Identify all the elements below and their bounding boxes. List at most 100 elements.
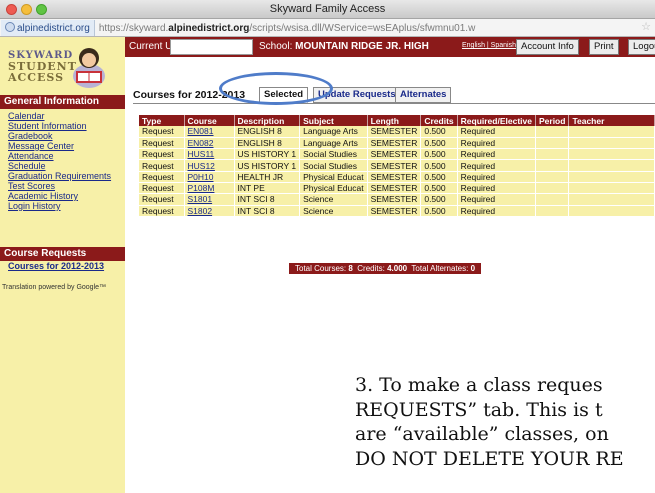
cell-credits: 0.500 bbox=[420, 137, 458, 150]
cell-teacher bbox=[568, 205, 655, 217]
sidebar-link-attendance[interactable]: Attendance bbox=[8, 151, 111, 161]
cell-credits: 0.500 bbox=[420, 159, 458, 172]
cell-subject: Science bbox=[299, 205, 368, 217]
cell-type: Request bbox=[139, 126, 185, 138]
cell-teacher bbox=[568, 148, 655, 161]
column-header[interactable]: Credits bbox=[420, 115, 458, 126]
cell-credits: 0.500 bbox=[420, 171, 458, 183]
course-code-link[interactable]: P108M bbox=[184, 182, 235, 195]
total-alternates-label: Total Alternates: bbox=[411, 264, 469, 273]
cell-period bbox=[535, 159, 570, 172]
cell-required: Required bbox=[457, 205, 536, 217]
language-links[interactable]: English | Spanish bbox=[462, 42, 516, 49]
address-bar[interactable]: alpinedistrict.org https://skyward.alpine… bbox=[0, 19, 655, 37]
cell-credits: 0.500 bbox=[420, 205, 458, 217]
translation-note: Translation powered by Google™ bbox=[2, 284, 107, 291]
cell-teacher bbox=[568, 171, 655, 183]
course-code-link[interactable]: HUS12 bbox=[184, 159, 235, 172]
tabs-divider bbox=[133, 103, 655, 104]
top-header-bar: Current User School: MOUNTAIN RIDGE JR. … bbox=[125, 37, 655, 57]
cell-subject: Physical Educat bbox=[299, 182, 368, 195]
column-header[interactable]: Type bbox=[139, 115, 185, 126]
cell-teacher bbox=[568, 126, 655, 138]
column-header[interactable]: Description bbox=[234, 115, 301, 126]
total-alternates-value: 0 bbox=[470, 264, 476, 273]
logout-button[interactable]: Logout bbox=[628, 39, 655, 55]
cell-teacher bbox=[568, 182, 655, 195]
instruction-line: 3. To make a class reques bbox=[355, 374, 603, 396]
cell-required: Required bbox=[457, 171, 536, 183]
cell-credits: 0.500 bbox=[420, 182, 458, 195]
zoom-window-icon[interactable] bbox=[36, 4, 47, 15]
minimize-window-icon[interactable] bbox=[21, 4, 32, 15]
sidebar: SKYWARD STUDENT ACCESS General Informati… bbox=[0, 37, 125, 493]
account-info-button[interactable]: Account Info bbox=[516, 39, 579, 55]
cell-required: Required bbox=[457, 159, 536, 172]
sidebar-link-graduation-requirements[interactable]: Graduation Requirements bbox=[8, 171, 111, 181]
sidebar-link-message-center[interactable]: Message Center bbox=[8, 141, 111, 151]
course-code-link[interactable]: S1801 bbox=[184, 193, 235, 206]
cell-type: Request bbox=[139, 159, 185, 172]
sidebar-link-test-scores[interactable]: Test Scores bbox=[8, 181, 111, 191]
column-header[interactable]: Subject bbox=[299, 115, 368, 126]
course-requests-heading: Course Requests bbox=[0, 247, 125, 261]
cell-description: US HISTORY 1 bbox=[234, 148, 301, 161]
print-button[interactable]: Print bbox=[589, 39, 619, 55]
cell-required: Required bbox=[457, 148, 536, 161]
course-code-link[interactable]: S1802 bbox=[184, 205, 235, 217]
cell-type: Request bbox=[139, 205, 185, 217]
tab-alternates[interactable]: Alternates bbox=[395, 87, 452, 103]
cell-required: Required bbox=[457, 126, 536, 138]
sidebar-link-calendar[interactable]: Calendar bbox=[8, 111, 111, 121]
course-links: Courses for 2012-2013 bbox=[8, 261, 104, 271]
sidebar-link-courses-2012-2013[interactable]: Courses for 2012-2013 bbox=[8, 261, 104, 271]
table-row: Request S1802 INT SCI 8 Science SEMESTER… bbox=[139, 205, 655, 217]
cell-credits: 0.500 bbox=[420, 126, 458, 138]
total-courses-label: Total Courses: bbox=[295, 264, 347, 273]
student-reading-icon bbox=[73, 48, 105, 88]
column-header[interactable]: Length bbox=[367, 115, 422, 126]
column-header[interactable]: Teacher bbox=[568, 115, 655, 126]
highlight-annotation bbox=[219, 72, 333, 105]
course-code-link[interactable]: P0H10 bbox=[184, 171, 235, 183]
general-links: Calendar Student Information Gradebook M… bbox=[8, 111, 111, 211]
cell-type: Request bbox=[139, 182, 185, 195]
table-header-row: Type Course Description Subject Length C… bbox=[139, 115, 655, 126]
sidebar-link-login-history[interactable]: Login History bbox=[8, 201, 111, 211]
cell-subject: Social Studies bbox=[299, 159, 368, 172]
column-header[interactable]: Period bbox=[535, 115, 570, 126]
skyward-logo: SKYWARD STUDENT ACCESS bbox=[0, 37, 125, 94]
cell-required: Required bbox=[457, 137, 536, 150]
url-text[interactable]: https://skyward.alpinedistrict.org/scrip… bbox=[95, 23, 476, 34]
sidebar-link-academic-history[interactable]: Academic History bbox=[8, 191, 111, 201]
sidebar-link-gradebook[interactable]: Gradebook bbox=[8, 131, 111, 141]
cell-period bbox=[535, 137, 570, 150]
cell-teacher bbox=[568, 159, 655, 172]
column-header[interactable]: Course bbox=[184, 115, 235, 126]
bookmark-star-icon[interactable]: ☆ bbox=[641, 19, 651, 36]
general-information-heading: General Information bbox=[0, 95, 125, 109]
sidebar-link-student-information[interactable]: Student Information bbox=[8, 121, 111, 131]
sidebar-link-schedule[interactable]: Schedule bbox=[8, 161, 111, 171]
instruction-line: are “available” classes, on bbox=[355, 423, 609, 445]
close-window-icon[interactable] bbox=[6, 4, 17, 15]
current-user-field bbox=[170, 39, 253, 55]
cell-teacher bbox=[568, 137, 655, 150]
cell-description: ENGLISH 8 bbox=[234, 126, 301, 138]
site-identity[interactable]: alpinedistrict.org bbox=[1, 20, 95, 36]
course-code-link[interactable]: EN082 bbox=[184, 137, 235, 150]
cell-description: INT SCI 8 bbox=[234, 205, 301, 217]
cell-credits: 0.500 bbox=[420, 148, 458, 161]
table-row: Request HUS11 US HISTORY 1 Social Studie… bbox=[139, 148, 655, 161]
logo-line-3: ACCESS bbox=[8, 71, 65, 84]
course-code-link[interactable]: HUS11 bbox=[184, 148, 235, 161]
course-code-link[interactable]: EN081 bbox=[184, 126, 235, 138]
cell-description: US HISTORY 1 bbox=[234, 159, 301, 172]
instruction-line: DO NOT DELETE YOUR RE bbox=[355, 447, 624, 470]
url-path: /scripts/wsisa.dll/WService=wsEAplus/sfw… bbox=[249, 23, 476, 34]
cell-type: Request bbox=[139, 193, 185, 206]
cell-length: SEMESTER bbox=[367, 205, 422, 217]
column-header[interactable]: Required/Elective bbox=[457, 115, 536, 126]
globe-icon bbox=[5, 22, 15, 32]
table-row: Request EN082 ENGLISH 8 Language Arts SE… bbox=[139, 137, 655, 150]
